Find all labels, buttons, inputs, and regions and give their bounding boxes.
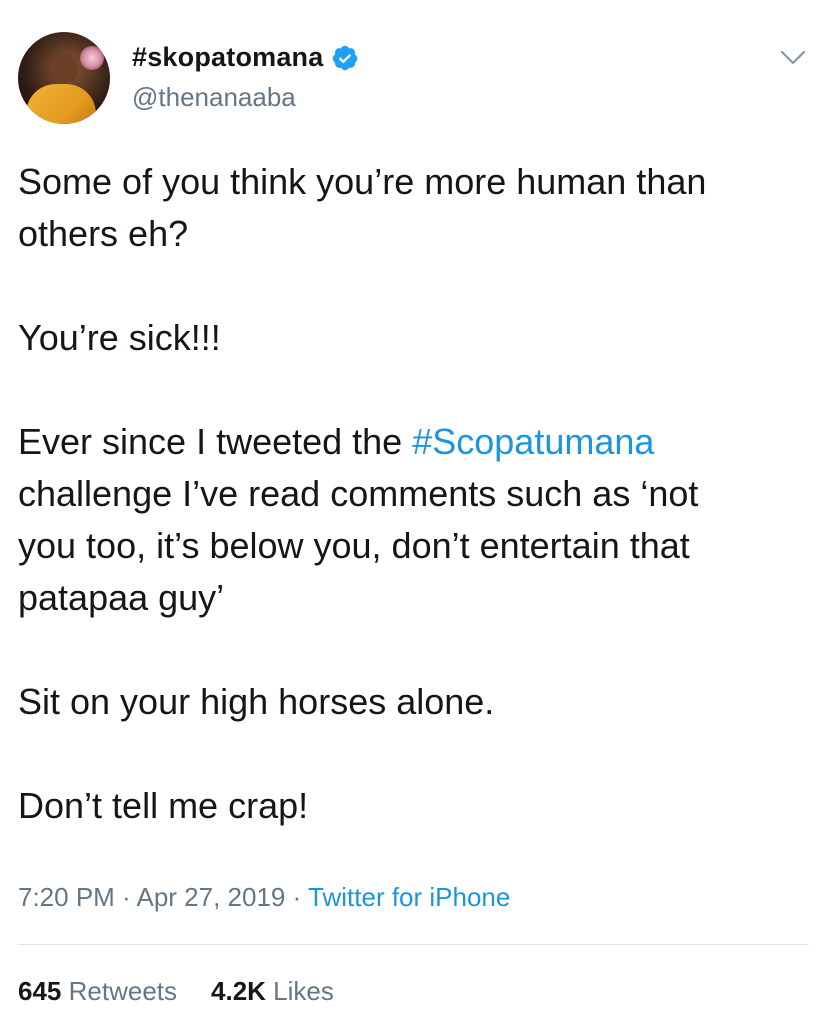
tweet-line: You’re sick!!!: [18, 317, 221, 358]
tweet-source-link[interactable]: Twitter for iPhone: [308, 882, 510, 912]
hashtag-link[interactable]: #Scopatumana: [412, 421, 654, 462]
avatar[interactable]: [18, 32, 110, 124]
likes-stat[interactable]: 4.2K Likes: [211, 976, 334, 1007]
author-handle[interactable]: @thenanaaba: [132, 82, 296, 113]
likes-count: 4.2K: [211, 976, 266, 1006]
author-display-name[interactable]: #skopatomana: [132, 42, 323, 73]
meta-separator: ·: [114, 882, 137, 912]
tweet-line: challenge I’ve read comments such as ‘no…: [18, 473, 699, 514]
tweet-date[interactable]: Apr 27, 2019: [137, 882, 286, 912]
chevron-down-icon[interactable]: [780, 50, 806, 66]
author-name-row[interactable]: #skopatomana: [132, 42, 359, 73]
tweet-time[interactable]: 7:20 PM: [18, 882, 115, 912]
retweets-stat[interactable]: 645 Retweets: [18, 976, 177, 1007]
meta-separator: ·: [285, 882, 309, 912]
tweet-line-text: Ever since I tweeted the: [18, 421, 413, 462]
avatar-background: [80, 46, 104, 70]
tweet-line: Some of you think you’re more human than: [18, 161, 707, 202]
avatar-body: [26, 84, 96, 124]
tweet-stats: 645 Retweets 4.2K Likes: [18, 976, 368, 1007]
tweet-body: Some of you think you’re more human than…: [18, 156, 808, 832]
retweets-count: 645: [18, 976, 62, 1006]
tweet-card: #skopatomana @thenanaaba Some of you thi…: [0, 0, 826, 1024]
avatar-face: [52, 54, 78, 84]
verified-badge-icon: [333, 45, 358, 70]
divider: [18, 944, 808, 945]
retweets-label: Retweets: [68, 976, 178, 1006]
tweet-meta: 7:20 PM · Apr 27, 2019 · Twitter for iPh…: [18, 882, 510, 913]
tweet-line: patapaa guy’: [18, 577, 225, 618]
tweet-line: Don’t tell me crap!: [18, 785, 309, 826]
tweet-line: Ever since I tweeted the #Scopatumana: [18, 416, 808, 468]
tweet-line: others eh?: [18, 213, 189, 254]
tweet-line: Sit on your high horses alone.: [18, 681, 495, 722]
tweet-line: you too, it’s below you, don’t entertain…: [18, 525, 690, 566]
likes-label: Likes: [273, 976, 334, 1006]
